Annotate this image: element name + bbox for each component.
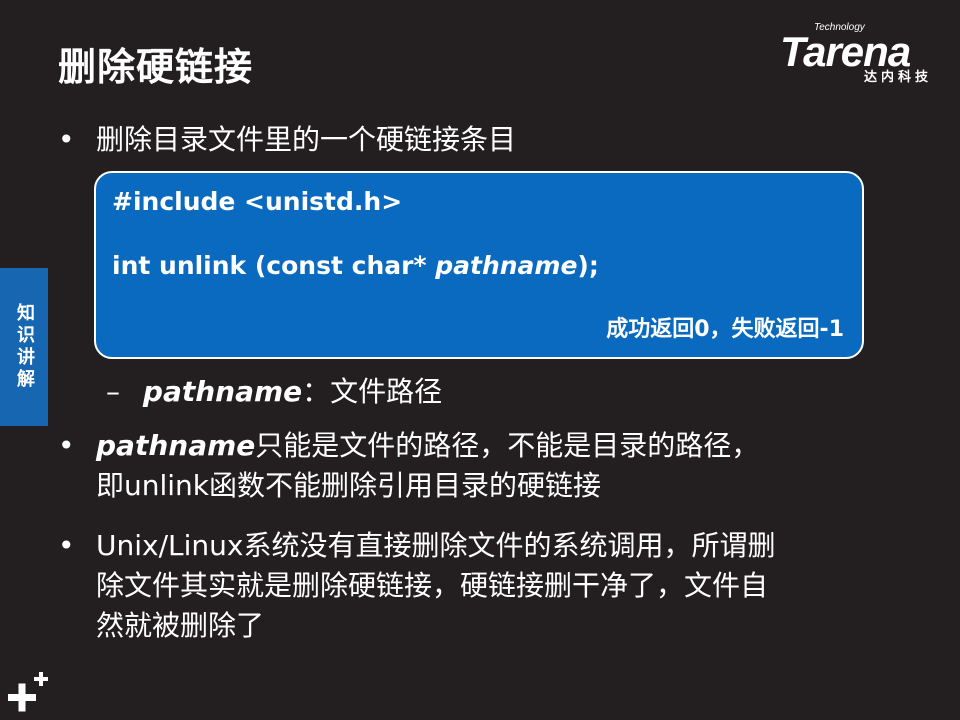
bullet-marker: • xyxy=(58,429,75,462)
bullet-2-line2: 即unlink函数不能删除引用目录的硬链接 xyxy=(96,469,602,502)
plus-icon xyxy=(8,672,48,712)
code-signature: int unlink (const char* pathname); xyxy=(112,251,599,280)
bullet-2-term: pathname xyxy=(96,429,256,462)
side-tab: 知识讲解 xyxy=(0,268,48,426)
code-sig-prefix: int unlink (const char* xyxy=(112,251,436,280)
bullet-2: pathname只能是文件的路径，不能是目录的路径， 即unlink函数不能删除… xyxy=(96,426,896,506)
sub-item: – pathname：文件路径 xyxy=(106,372,442,412)
code-sig-suffix: ); xyxy=(577,251,599,280)
logo-chinese: 达内科技 xyxy=(864,70,933,85)
sub-desc: ：文件路径 xyxy=(302,375,443,408)
bullet-2-line1: 只能是文件的路径，不能是目录的路径， xyxy=(255,429,760,462)
side-tab-label: 知识讲解 xyxy=(14,303,35,391)
tarena-logo: Technology Tarena 达内科技 xyxy=(780,22,950,86)
code-return-note: 成功返回0，失败返回-1 xyxy=(606,317,844,342)
sub-term: pathname xyxy=(142,375,303,408)
bullet-3-line3: 然就被删除了 xyxy=(96,609,265,642)
code-sig-param: pathname xyxy=(435,251,578,280)
bullet-marker: • xyxy=(58,529,75,562)
bullet-marker: • xyxy=(58,123,75,156)
bullet-1: 删除目录文件里的一个硬链接条目 xyxy=(96,123,517,156)
bullet-3-line2: 除文件其实就是删除硬链接，硬链接删干净了，文件自 xyxy=(96,569,769,602)
code-include: #include <unistd.h> xyxy=(112,187,403,216)
page-title: 删除硬链接 xyxy=(58,45,254,89)
bullet-3: Unix/Linux系统没有直接删除文件的系统调用，所谓删 除文件其实就是删除硬… xyxy=(96,526,896,646)
sub-dash: – xyxy=(106,375,120,408)
bullet-3-line1: Unix/Linux系统没有直接删除文件的系统调用，所谓删 xyxy=(96,529,776,562)
code-box: #include <unistd.h> int unlink (const ch… xyxy=(94,171,864,359)
